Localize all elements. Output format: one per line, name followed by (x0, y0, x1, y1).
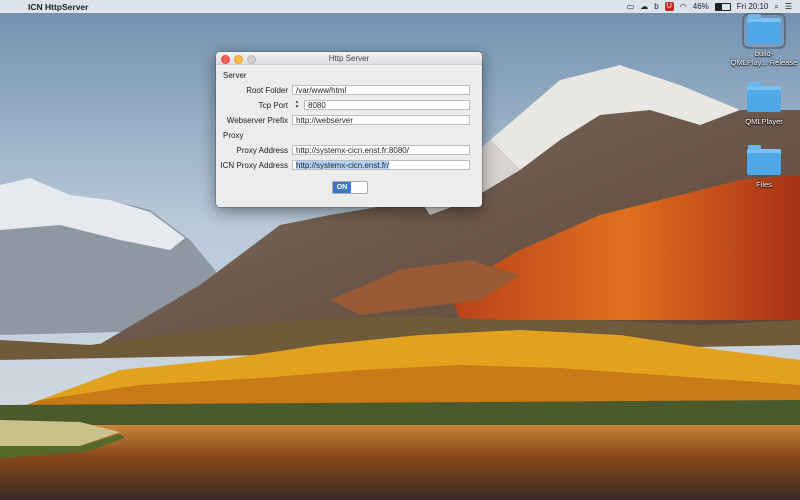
menu-list-icon[interactable]: ☰ (785, 0, 792, 13)
window-controls (221, 55, 256, 64)
title-bar[interactable]: Http Server (216, 52, 482, 65)
search-icon[interactable]: ⌕ (774, 0, 778, 13)
webserver-prefix-field[interactable]: http://webserver (292, 115, 470, 125)
cloud-icon[interactable]: ☁ (640, 0, 648, 13)
server-section-label: Server (223, 71, 247, 80)
desktop-item-label: QMLPlayer (745, 117, 783, 126)
selected-text: http://systemx-cicn.enst.fr/ (296, 161, 389, 170)
shield-icon[interactable]: U (664, 2, 674, 11)
desktop-item-label: Files (756, 180, 772, 189)
desktop-folder-files[interactable]: Files (721, 145, 800, 189)
folder-icon (747, 145, 781, 175)
battery-percent[interactable]: 46% (693, 0, 709, 13)
close-button[interactable] (221, 55, 230, 64)
menu-bar: ICN HttpServer ▭ ☁ b U ◠ 46% Fri 20:10 ⌕… (0, 0, 800, 13)
root-folder-field[interactable]: /var/www/html (292, 85, 470, 95)
icn-proxy-address-field[interactable]: http://systemx-cicn.enst.fr/ (292, 160, 470, 170)
status-area: ▭ ☁ b U ◠ 46% Fri 20:10 ⌕ ☰ (627, 0, 800, 13)
tcp-port-label: Tcp Port (258, 101, 288, 110)
root-folder-row: Root Folder /var/www/html (216, 85, 482, 96)
webserver-prefix-row: Webserver Prefix http://webserver (216, 115, 482, 126)
screen-mirroring-icon[interactable]: ▭ (627, 0, 635, 13)
proxy-address-row: Proxy Address http://systemx-cicn.enst.f… (216, 145, 482, 156)
clock[interactable]: Fri 20:10 (737, 0, 769, 13)
app-name-menu[interactable]: ICN HttpServer (28, 2, 88, 12)
server-toggle-switch[interactable]: ON (332, 181, 368, 194)
desktop-item-label: build- QMLPlay...-Release (730, 49, 798, 67)
b-icon[interactable]: b (654, 0, 658, 13)
window-title: Http Server (328, 53, 370, 63)
zoom-button[interactable] (247, 55, 256, 64)
wifi-icon[interactable]: ◠ (680, 0, 687, 13)
icn-proxy-address-row: ICN Proxy Address http://systemx-cicn.en… (216, 160, 482, 171)
battery-icon[interactable] (714, 2, 731, 11)
tcp-port-field[interactable]: 8080 (304, 100, 470, 110)
tcp-port-row: Tcp Port ▲ ▼ 8080 (216, 100, 482, 111)
http-server-window: Http Server Server Root Folder /var/www/… (216, 52, 482, 207)
folder-icon (742, 13, 786, 49)
toggle-on-label: ON (333, 182, 351, 193)
icn-proxy-address-label: ICN Proxy Address (220, 161, 288, 170)
folder-icon (747, 82, 781, 112)
desktop-folder-qmlplayer[interactable]: QMLPlayer (721, 82, 800, 126)
proxy-section-label: Proxy (223, 131, 244, 140)
minimize-button[interactable] (234, 55, 243, 64)
proxy-address-label: Proxy Address (236, 146, 288, 155)
proxy-address-field[interactable]: http://systemx-cicn.enst.fr:8080/ (292, 145, 470, 155)
webserver-prefix-label: Webserver Prefix (226, 116, 288, 125)
desktop-folder-build[interactable]: build- QMLPlay...-Release (721, 13, 800, 67)
root-folder-label: Root Folder (246, 86, 288, 95)
port-stepper[interactable]: ▲ ▼ (292, 100, 302, 110)
